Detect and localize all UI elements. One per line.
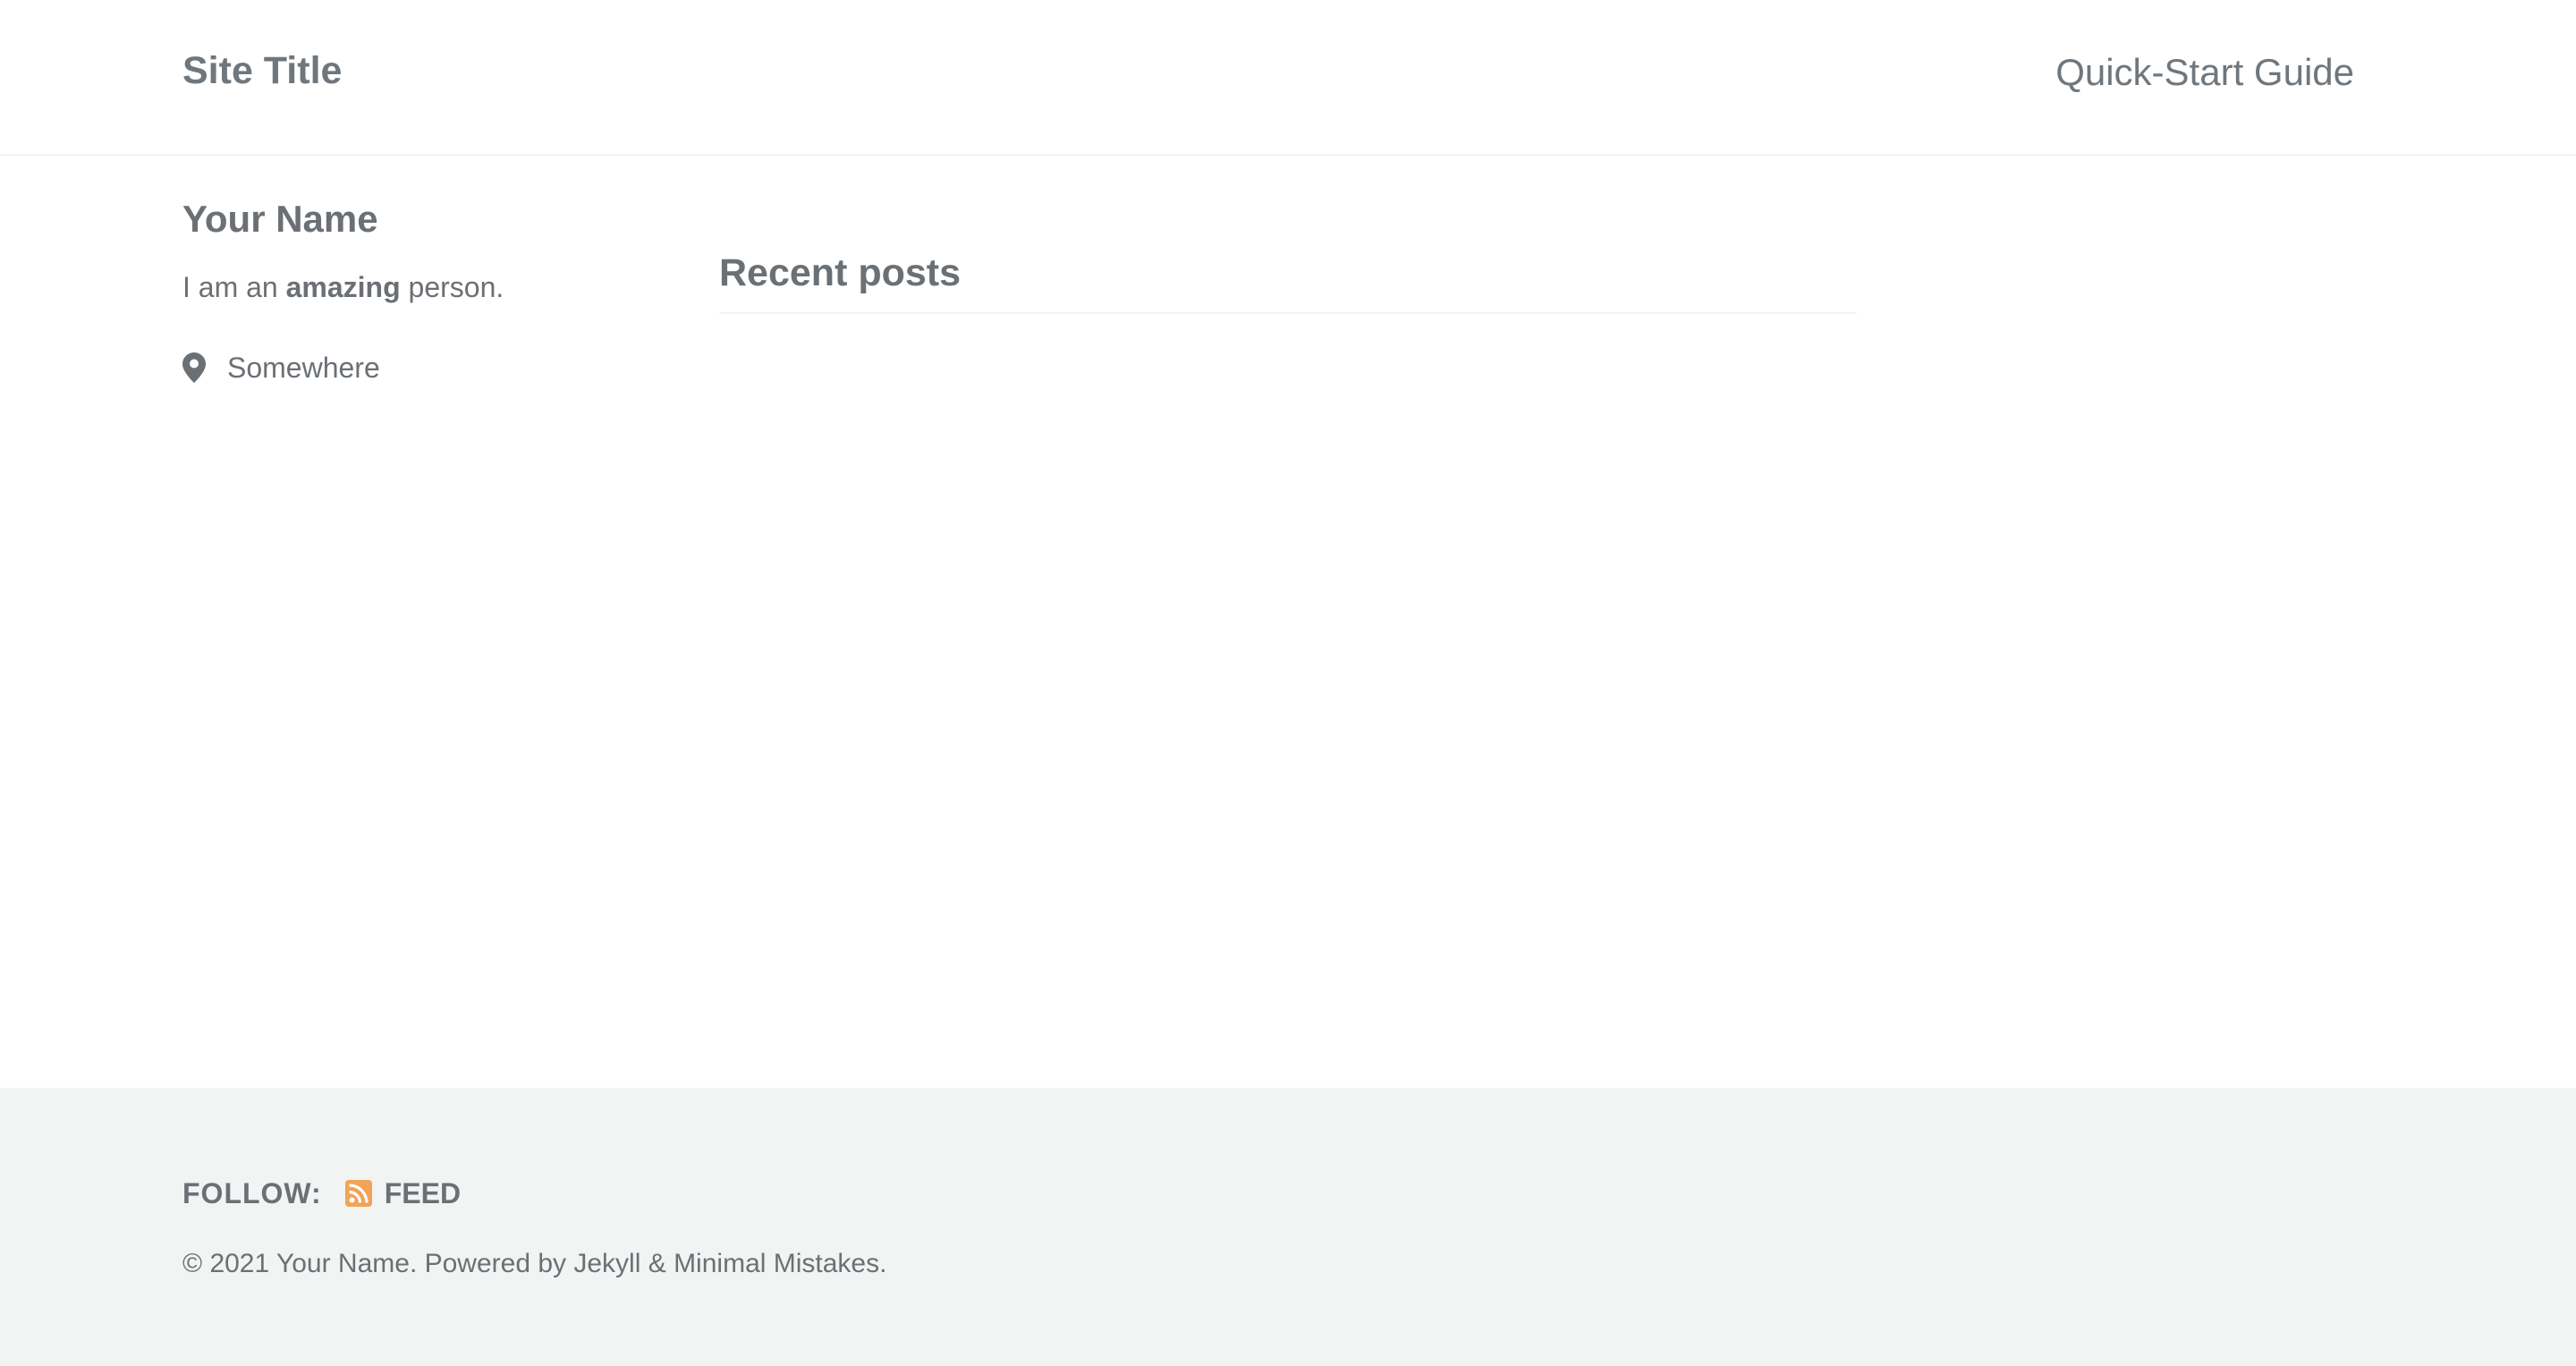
author-bio-emphasis: amazing: [285, 271, 401, 304]
site-title-link[interactable]: Site Title: [182, 52, 342, 90]
author-location: Somewhere: [182, 352, 683, 385]
footer-follow: FOLLOW: FEED: [182, 1179, 461, 1208]
author-name: Your Name: [182, 198, 378, 240]
author-bio-suffix: person.: [400, 271, 504, 304]
author-bio: I am an amazing person.: [182, 270, 683, 304]
author-bio-prefix: I am an: [182, 271, 286, 304]
masthead: Site Title Quick-Start Guide: [0, 0, 2576, 156]
author-location-text: Somewhere: [227, 351, 380, 384]
page-footer: FOLLOW: FEED © 2021 Your Name. Powered b…: [0, 1088, 2576, 1366]
follow-label: FOLLOW:: [182, 1177, 322, 1209]
feed-label: FEED: [384, 1177, 462, 1209]
main-content: Recent posts: [719, 251, 1857, 315]
copyright-text: © 2021 Your Name. Powered by Jekyll & Mi…: [182, 1249, 887, 1278]
recent-posts-heading: Recent posts: [719, 251, 1857, 315]
map-marker-icon: [182, 352, 206, 384]
rss-icon: [344, 1180, 372, 1207]
nav-quick-start-guide[interactable]: Quick-Start Guide: [2055, 54, 2354, 91]
author-sidebar: Your Name I am an amazing person. Somewh…: [182, 198, 683, 385]
feed-link[interactable]: FEED: [344, 1177, 462, 1209]
